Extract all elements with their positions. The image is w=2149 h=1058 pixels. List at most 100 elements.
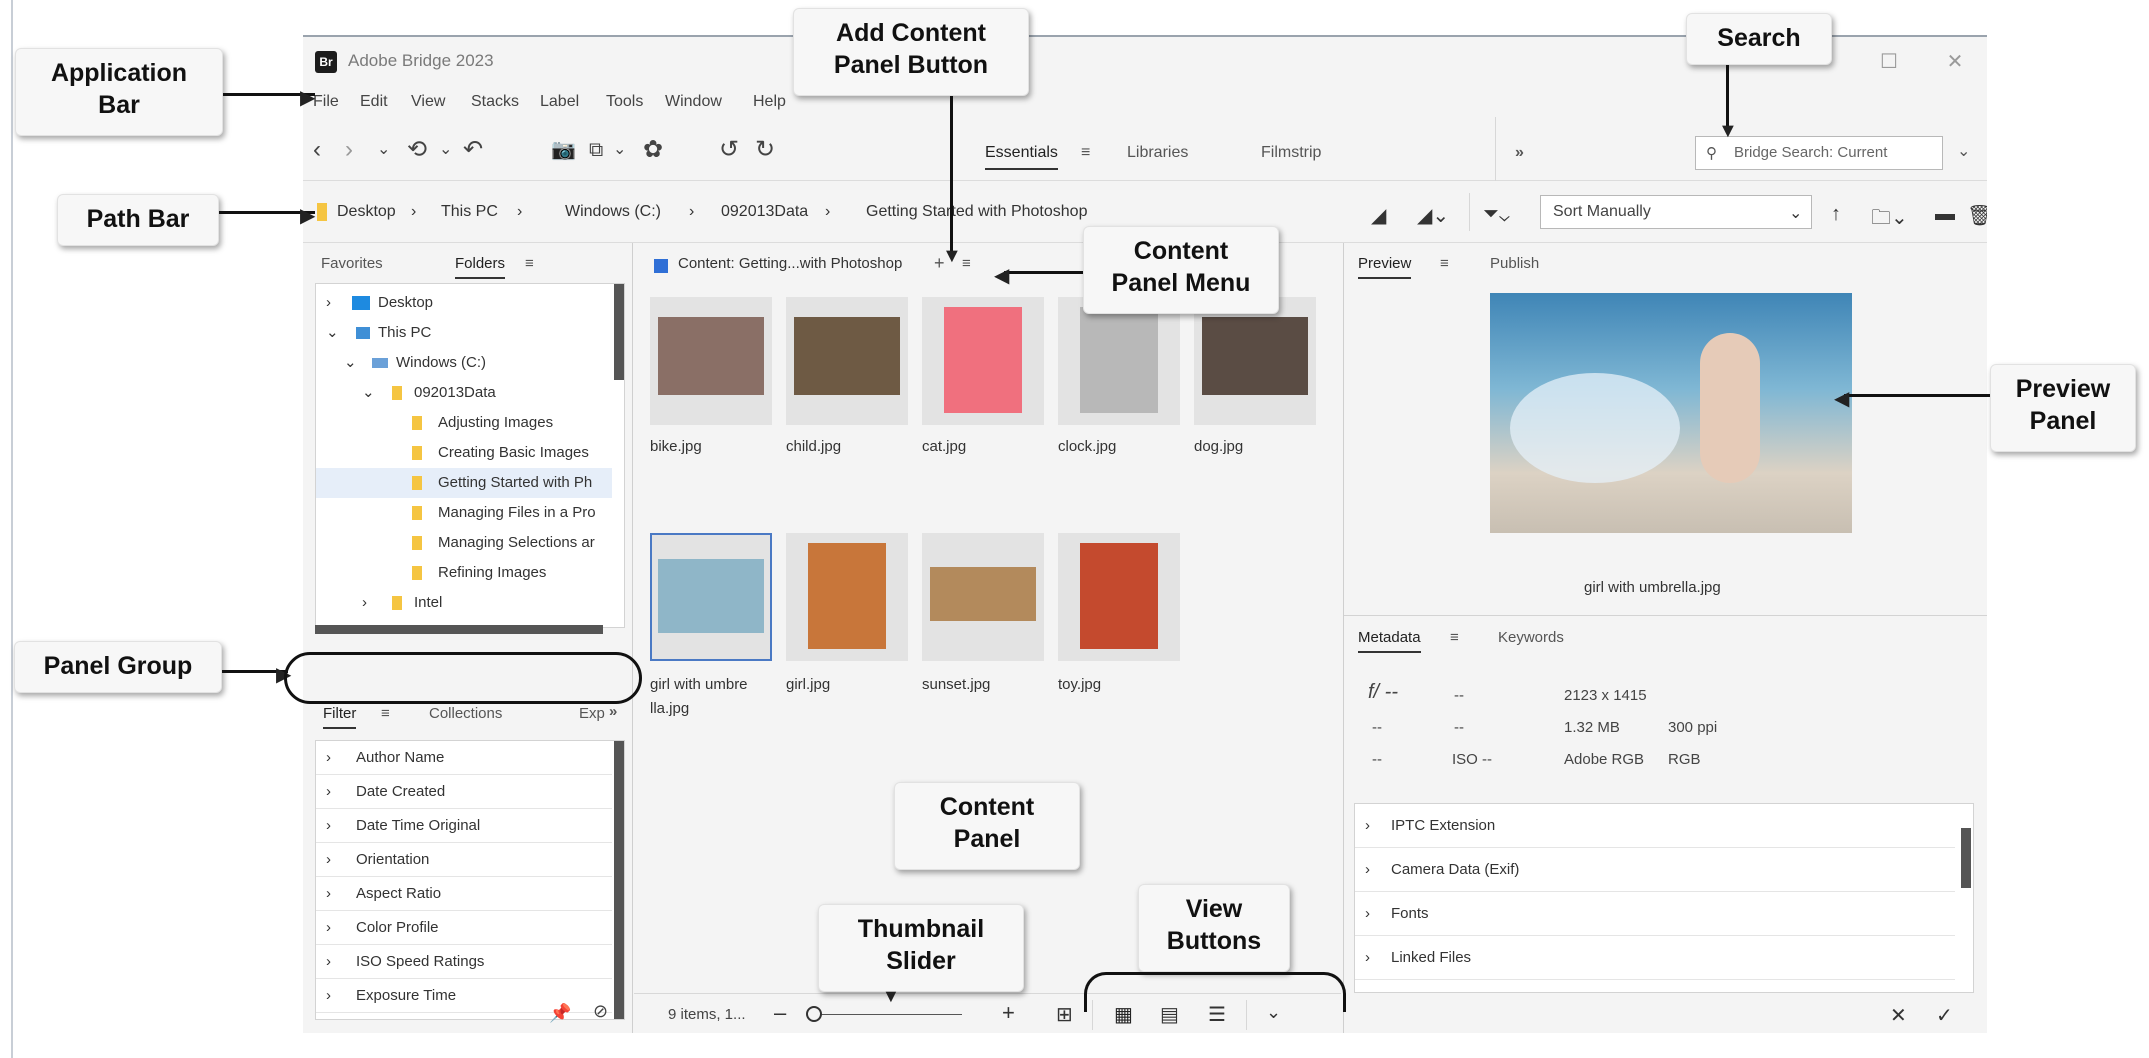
rotate-right-icon[interactable]: ↻ <box>755 137 775 163</box>
breadcrumb-current-folder[interactable]: Getting Started with Photoshop <box>866 203 1087 221</box>
section-fonts[interactable]: › Fonts <box>1355 892 1955 936</box>
zoom-in-icon[interactable]: + <box>1002 1000 1015 1026</box>
rotate-left-icon[interactable]: ↺ <box>719 137 739 163</box>
chevron-down-icon[interactable]: ⌄ <box>377 137 390 163</box>
menu-help[interactable]: Help <box>753 93 786 111</box>
filter-aspect-ratio[interactable]: › Aspect Ratio <box>316 877 612 911</box>
zoom-out-icon[interactable]: – <box>774 1000 786 1026</box>
filter-date-time-original[interactable]: › Date Time Original <box>316 809 612 843</box>
chevron-down-icon[interactable]: ⌄ <box>613 137 626 163</box>
tab-folders[interactable]: Folders <box>455 255 506 279</box>
thumbnail-cat[interactable] <box>922 297 1044 425</box>
tree-item-getting-started[interactable]: Getting Started with Ph <box>316 468 612 498</box>
workspace-overflow-button[interactable]: » <box>1515 144 1524 162</box>
tree-item-windows-c[interactable]: ⌄ Windows (C:) <box>316 348 612 378</box>
back-icon[interactable]: ‹ <box>313 137 321 163</box>
rating-filter-icon[interactable]: ◢⌄ <box>1417 203 1449 228</box>
thumbnail-slider-handle[interactable] <box>806 1006 822 1022</box>
thumbnail-child[interactable] <box>786 297 908 425</box>
tree-item-creating-basic-images[interactable]: Creating Basic Images <box>316 438 612 468</box>
workspace-libraries[interactable]: Libraries <box>1127 144 1188 162</box>
menu-window[interactable]: Window <box>665 93 722 111</box>
tab-favorites[interactable]: Favorites <box>321 255 383 272</box>
panel-menu-icon[interactable]: ≡ <box>525 255 534 272</box>
chevron-right-icon[interactable]: › <box>326 288 331 318</box>
panel-menu-icon[interactable]: ≡ <box>381 705 390 722</box>
thumbnail-sunset[interactable] <box>922 533 1044 661</box>
section-iptc-extension[interactable]: › IPTC Extension <box>1355 804 1955 848</box>
breadcrumb-this-pc[interactable]: This PC <box>441 203 498 221</box>
tab-export[interactable]: Exp <box>579 705 605 722</box>
tree-item-managing-selections[interactable]: Managing Selections ar <box>316 528 612 558</box>
filter-author-name[interactable]: › Author Name <box>316 741 612 775</box>
menu-file[interactable]: File <box>313 93 339 111</box>
section-camera-data[interactable]: › Camera Data (Exif) <box>1355 848 1955 892</box>
thumbnail-toy[interactable] <box>1058 533 1180 661</box>
thumbnail-girl[interactable] <box>786 533 908 661</box>
cancel-icon[interactable]: ✕ <box>1890 1003 1907 1028</box>
panel-menu-icon[interactable]: ≡ <box>1440 255 1449 272</box>
filter-scrollbar[interactable] <box>614 741 624 1019</box>
thumbnail-bike[interactable] <box>650 297 772 425</box>
sort-ascending-icon[interactable]: ↑ <box>1831 203 1841 226</box>
chevron-down-icon[interactable]: ⌄ <box>344 348 357 378</box>
tab-metadata[interactable]: Metadata <box>1358 629 1421 653</box>
forward-icon[interactable]: › <box>345 137 353 163</box>
camera-get-photos-icon[interactable]: 📷 <box>551 137 576 163</box>
chevron-down-icon[interactable]: ⌄ <box>1957 141 1970 161</box>
menu-tools[interactable]: Tools <box>606 93 643 111</box>
panel-menu-icon[interactable]: ≡ <box>1450 629 1459 646</box>
workspace-essentials[interactable]: Essentials <box>985 144 1058 170</box>
breadcrumb-desktop[interactable]: Desktop <box>337 203 396 221</box>
quality-icon[interactable]: ◢ <box>1371 203 1386 228</box>
thumbnail-clock[interactable] <box>1058 297 1180 425</box>
filter-date-created[interactable]: › Date Created <box>316 775 612 809</box>
tree-item-intel[interactable]: › Intel <box>316 588 612 618</box>
filter-items-icon[interactable]: ⏷⌄ <box>1483 203 1510 226</box>
tab-collections[interactable]: Collections <box>429 705 502 722</box>
menu-edit[interactable]: Edit <box>360 93 388 111</box>
refine-icon[interactable]: ✿ <box>643 137 663 163</box>
panel-overflow-button[interactable]: » <box>609 703 617 720</box>
tree-vertical-scrollbar[interactable] <box>614 284 624 380</box>
new-folder-icon[interactable]: ▬ <box>1935 203 1955 226</box>
chevron-down-icon[interactable]: ⌄ <box>362 378 375 408</box>
tree-item-this-pc[interactable]: ⌄ This PC <box>316 318 612 348</box>
tab-filter[interactable]: Filter <box>323 705 357 729</box>
menu-view[interactable]: View <box>411 93 445 111</box>
thumbnail-dog[interactable] <box>1194 297 1316 425</box>
apply-icon[interactable]: ✓ <box>1936 1003 1953 1028</box>
filter-iso-speed[interactable]: › ISO Speed Ratings <box>316 945 612 979</box>
thumbnail-girl-with-umbrella[interactable] <box>650 533 772 661</box>
filter-color-profile[interactable]: › Color Profile <box>316 911 612 945</box>
filter-orientation[interactable]: › Orientation <box>316 843 612 877</box>
menu-label[interactable]: Label <box>540 93 579 111</box>
sort-dropdown[interactable]: Sort Manually <box>1540 195 1812 229</box>
tab-keywords[interactable]: Keywords <box>1498 629 1564 646</box>
close-icon[interactable]: ✕ <box>1939 47 1971 77</box>
chevron-right-icon[interactable]: › <box>362 588 367 618</box>
tab-preview[interactable]: Preview <box>1358 255 1412 279</box>
recent-history-icon[interactable]: ⟲ <box>407 137 427 163</box>
workspace-menu-icon[interactable]: ≡ <box>1081 144 1090 162</box>
chevron-down-icon[interactable]: ⌄ <box>326 318 339 348</box>
tree-item-092013data[interactable]: ⌄ 092013Data <box>316 378 612 408</box>
tree-item-managing-files[interactable]: Managing Files in a Pro <box>316 498 612 528</box>
pin-icon[interactable]: 📌 <box>549 1003 571 1024</box>
tree-item-adjusting-images[interactable]: Adjusting Images <box>316 408 612 438</box>
section-linked-files[interactable]: › Linked Files <box>1355 936 1955 980</box>
tab-publish[interactable]: Publish <box>1490 255 1539 272</box>
breadcrumb-092013data[interactable]: 092013Data <box>721 203 808 221</box>
maximize-icon[interactable]: ☐ <box>1873 47 1905 77</box>
metadata-scrollbar[interactable] <box>1961 828 1971 888</box>
tree-item-desktop[interactable]: › Desktop <box>316 288 612 318</box>
thumbnail-slider-track[interactable] <box>812 1014 962 1015</box>
copy-photos-icon[interactable]: ⧉ <box>589 137 603 163</box>
breadcrumb-windows-c[interactable]: Windows (C:) <box>565 203 661 221</box>
workspace-filmstrip[interactable]: Filmstrip <box>1261 144 1321 162</box>
delete-icon[interactable]: 🗑 <box>1967 203 1987 228</box>
tree-item-refining-images[interactable]: Refining Images <box>316 558 612 588</box>
grid-lock-icon[interactable]: ⊞ <box>1056 1002 1073 1027</box>
content-panel-menu-icon[interactable]: ≡ <box>962 255 971 272</box>
return-to-photoshop-icon[interactable]: ↶ <box>463 137 483 163</box>
